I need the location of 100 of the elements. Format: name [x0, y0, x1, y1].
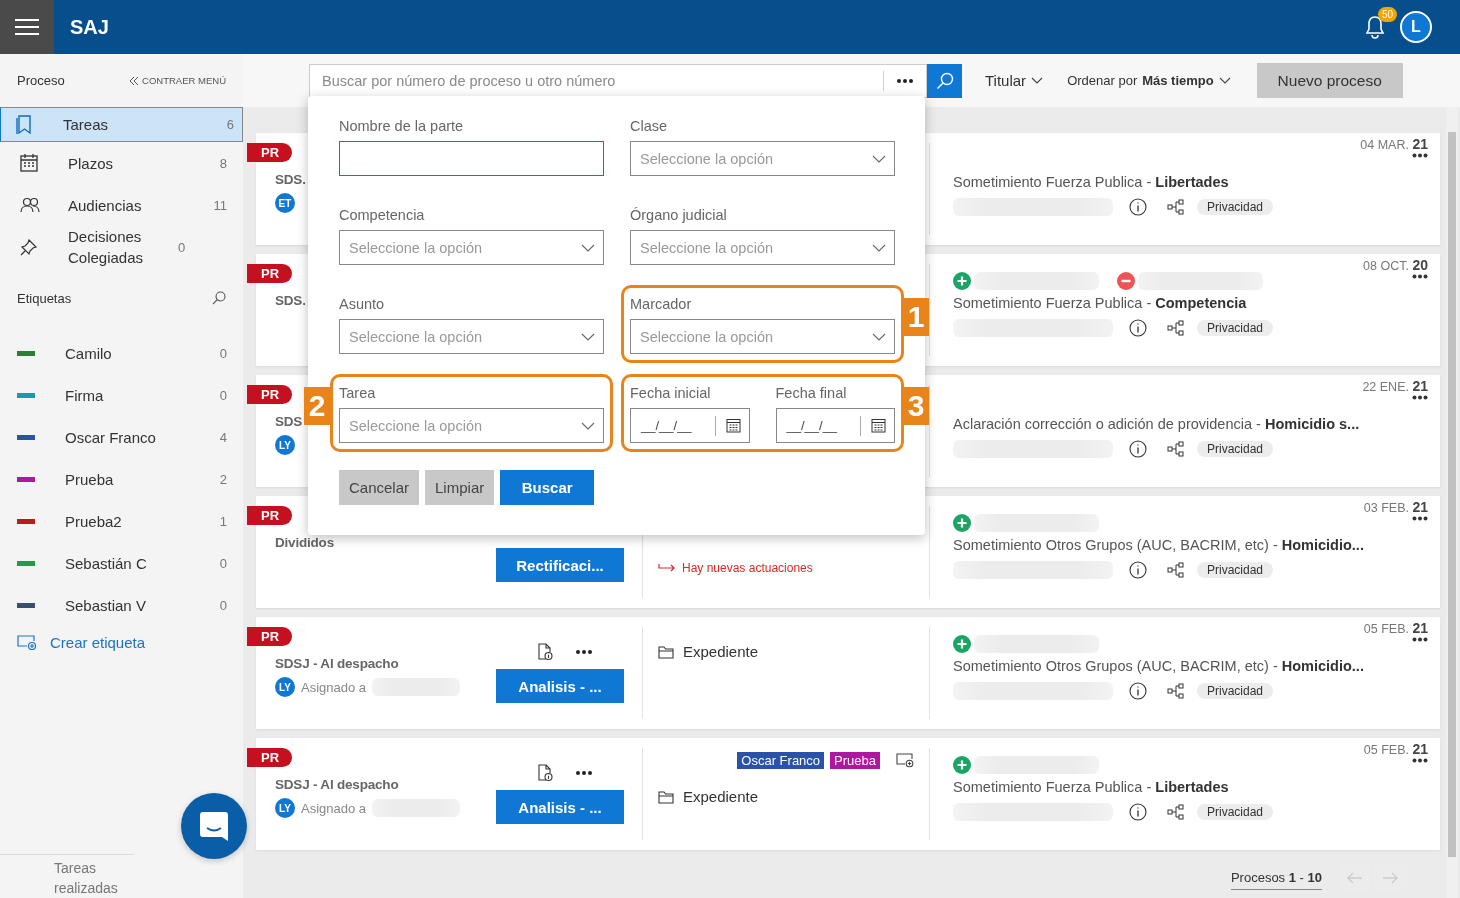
callout-number: 3 — [903, 387, 929, 425]
user-avatar: LY — [275, 798, 295, 818]
info-icon[interactable] — [1129, 682, 1147, 700]
field-label: Nombre de la parte — [339, 117, 465, 136]
add-tag-icon[interactable] — [896, 752, 914, 768]
field-label: Órgano judicial — [630, 206, 728, 225]
menu-icon — [15, 19, 39, 35]
sort-dropdown[interactable]: Ordenar por Más tiempo — [1061, 72, 1237, 89]
date-field[interactable]: __/__/__ — [630, 408, 750, 443]
tree-icon[interactable] — [1167, 562, 1185, 578]
task-button[interactable]: Rectificaci... — [496, 548, 624, 582]
more-icon[interactable] — [1412, 395, 1428, 400]
sidebar-item[interactable]: Plazos 8 — [0, 142, 243, 184]
field-label: Clase — [630, 117, 669, 136]
new-actions-notice[interactable]: Hay nuevas actuaciones — [658, 561, 914, 575]
field-label: Tarea — [339, 384, 377, 403]
add-tag-icon — [17, 634, 37, 650]
pagination-label: Procesos 1 - 10 — [1230, 866, 1322, 890]
tree-icon[interactable] — [1167, 804, 1185, 820]
tag-item[interactable]: Firma 0 — [0, 374, 243, 416]
card-title: SDS — [275, 414, 303, 429]
new-process-button[interactable]: Nuevo proceso — [1256, 63, 1403, 98]
tag-item[interactable]: Prueba 2 — [0, 458, 243, 500]
more-icon[interactable] — [1412, 274, 1428, 279]
search-bar[interactable]: Buscar por número de proceso u otro número — [309, 63, 927, 98]
card-title: SDS. — [275, 293, 306, 308]
calendar-icon — [871, 418, 886, 433]
card-date: 05 FEB. 21 — [1363, 741, 1428, 757]
tag-item[interactable]: Oscar Franco 4 — [0, 416, 243, 458]
more-icon[interactable] — [896, 77, 914, 84]
process-description: Sometimiento Fuerza Publica - Libertades — [953, 174, 1230, 190]
scrollbar[interactable] — [1446, 107, 1458, 898]
card-date: 08 OCT. 20 — [1363, 257, 1428, 273]
sidebar-item[interactable]: Tareas 6 — [0, 107, 243, 142]
privacy-chip: Privacidad — [1197, 562, 1274, 578]
tag-item[interactable]: Sebastián C 0 — [0, 542, 243, 584]
type-ribbon: PR — [247, 143, 293, 162]
callout-number: 2 — [304, 387, 330, 425]
info-icon[interactable] — [1129, 561, 1147, 579]
more-icon[interactable] — [1412, 637, 1428, 642]
card-date: 05 FEB. 21 — [1363, 620, 1428, 636]
document-info-icon[interactable] — [537, 643, 553, 661]
type-ribbon: PR — [247, 385, 293, 404]
chevron-icon — [1218, 76, 1231, 85]
sidebar-item[interactable]: Audiencias 11 — [0, 184, 243, 226]
process-description: Aclaración corrección o adición de providencia - Homicidio s... — [953, 416, 1361, 432]
info-icon[interactable] — [1129, 198, 1147, 216]
info-icon[interactable] — [1129, 319, 1147, 337]
arrow-right-icon — [1382, 872, 1398, 884]
field-label: Fecha inicial — [630, 384, 712, 403]
user-avatar[interactable]: L — [1400, 11, 1432, 43]
menu-button[interactable] — [0, 0, 54, 54]
form-button[interactable]: Limpiar — [425, 470, 495, 505]
task-button[interactable]: Analisis - ... — [496, 669, 624, 703]
chevron-icon — [872, 243, 886, 252]
collapse-menu-button[interactable]: CONTRAER MENÚ — [129, 75, 226, 86]
case-file-link[interactable]: Expediente — [658, 643, 914, 660]
task-button[interactable]: Analisis - ... — [496, 790, 624, 824]
tag-item[interactable]: Prueba2 1 — [0, 500, 243, 542]
callout-number: 1 — [903, 298, 929, 336]
assigned-label: Asignado a — [301, 679, 367, 695]
form-button[interactable]: Cancelar — [339, 470, 420, 505]
chevron-icon — [581, 421, 595, 430]
completed-tasks-link[interactable]: Tareas realizadas — [0, 854, 134, 898]
card-title: SDSJ - Al despacho — [275, 656, 399, 671]
owner-dropdown[interactable]: Titular — [979, 71, 1050, 90]
field-label: Marcador — [630, 295, 693, 314]
tag-item[interactable]: Sebastian V 0 — [0, 584, 243, 626]
people-icon — [20, 197, 40, 213]
more-icon[interactable] — [1412, 516, 1428, 521]
more-icon[interactable] — [575, 649, 593, 655]
tree-icon[interactable] — [1167, 320, 1185, 336]
field-label: Fecha final — [775, 384, 848, 403]
info-icon[interactable] — [1129, 440, 1147, 458]
search-button[interactable] — [927, 63, 962, 98]
document-info-icon[interactable] — [537, 764, 553, 782]
app-logo: SAJ — [70, 15, 109, 39]
search-button[interactable]: Buscar — [500, 470, 595, 505]
case-file-link[interactable]: Expediente — [658, 788, 914, 805]
input-field[interactable] — [339, 141, 604, 176]
card-date: 04 MAR. 21 — [1360, 136, 1428, 152]
more-icon[interactable] — [1412, 153, 1428, 158]
more-icon[interactable] — [1412, 758, 1428, 763]
tree-icon[interactable] — [1167, 683, 1185, 699]
field-label: Asunto — [339, 295, 386, 314]
create-tag-link[interactable]: Crear etiqueta — [0, 626, 243, 658]
field-label: Competencia — [339, 206, 426, 225]
tree-icon[interactable] — [1167, 441, 1185, 457]
type-ribbon: PR — [247, 264, 293, 283]
tree-icon[interactable] — [1167, 199, 1185, 215]
tag-item[interactable]: Camilo 0 — [0, 332, 243, 374]
search-icon[interactable] — [212, 291, 226, 305]
process-description: Sometimiento Otros Grupos (AUC, BACRIM, etc) - Homicidio... — [953, 537, 1365, 553]
date-field[interactable]: __/__/__ — [775, 408, 895, 443]
info-icon[interactable] — [1129, 803, 1147, 821]
sidebar-item[interactable]: Decisiones Colegiadas 0 — [0, 226, 243, 268]
card-title: SDS. — [275, 172, 306, 187]
privacy-chip: Privacidad — [1197, 320, 1274, 336]
more-icon[interactable] — [575, 770, 593, 776]
privacy-chip: Privacidad — [1197, 804, 1274, 820]
